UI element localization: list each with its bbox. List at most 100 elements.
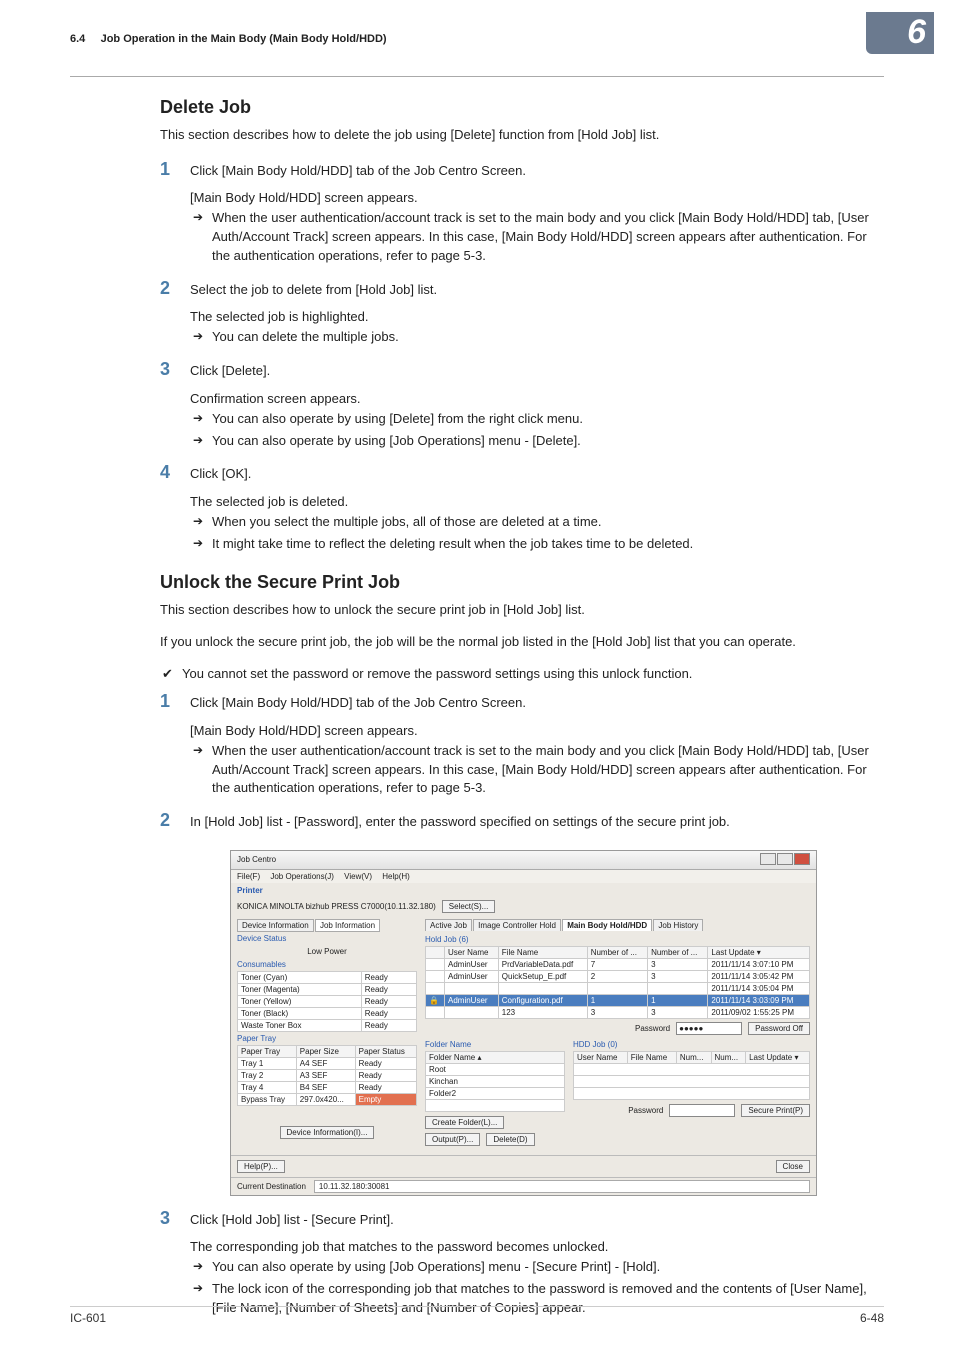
help-button[interactable]: Help(P)... bbox=[237, 1160, 285, 1173]
menu-bar[interactable]: File(F) Job Operations(J) View(V) Help(H… bbox=[231, 870, 816, 883]
tab-job-history[interactable]: Job History bbox=[653, 919, 703, 931]
device-status-label: Device Status bbox=[237, 932, 417, 945]
step-title: Click [OK]. bbox=[190, 464, 884, 484]
paper-tray-label: Paper Tray bbox=[237, 1032, 417, 1045]
lock-icon bbox=[426, 982, 445, 994]
window-buttons[interactable] bbox=[759, 853, 810, 867]
status-value: 10.11.32.180:30081 bbox=[314, 1180, 810, 1193]
step: 4 Click [OK]. bbox=[160, 462, 884, 490]
table-row[interactable]: Root bbox=[426, 1063, 565, 1075]
window-titlebar: Job Centro bbox=[231, 851, 816, 870]
output-button[interactable]: Output(P)... bbox=[425, 1133, 480, 1146]
lock-icon: 🔒 bbox=[426, 994, 445, 1006]
step: 3 Click [Delete]. bbox=[160, 359, 884, 387]
unlock-intro2: If you unlock the secure print job, the … bbox=[160, 633, 884, 652]
select-button[interactable]: Select(S)... bbox=[442, 900, 496, 913]
password-input[interactable]: ●●●●● bbox=[676, 1022, 742, 1035]
note-item: It might take time to reflect the deleti… bbox=[190, 535, 884, 554]
delete-job-intro: This section describes how to delete the… bbox=[160, 126, 884, 145]
footer-right: 6-48 bbox=[860, 1311, 884, 1325]
note-item: You can also operate by using [Job Opera… bbox=[190, 1258, 884, 1277]
step-title: Select the job to delete from [Hold Job]… bbox=[190, 280, 884, 300]
step: 2 In [Hold Job] list - [Password], enter… bbox=[160, 810, 884, 838]
step-title: Click [Delete]. bbox=[190, 361, 884, 381]
table-row: Toner (Magenta)Ready bbox=[238, 983, 417, 995]
step-title: Click [Hold Job] list - [Secure Print]. bbox=[190, 1210, 884, 1230]
table-row-selected[interactable]: 🔒AdminUserConfiguration.pdf112011/11/14 … bbox=[426, 994, 810, 1006]
heading-unlock-job: Unlock the Secure Print Job bbox=[160, 572, 884, 593]
section-number: 6.4 bbox=[70, 33, 85, 45]
step: 2 Select the job to delete from [Hold Jo… bbox=[160, 278, 884, 306]
table-row[interactable]: AdminUserQuickSetup_E.pdf232011/11/14 3:… bbox=[426, 970, 810, 982]
tab-job-info[interactable]: Job Information bbox=[315, 919, 380, 932]
table-row: Tray 4B4 SEFReady bbox=[238, 1081, 417, 1093]
step-subtext: Confirmation screen appears. bbox=[190, 391, 884, 406]
step: 3 Click [Hold Job] list - [Secure Print]… bbox=[160, 1208, 884, 1236]
chapter-number: 6 bbox=[866, 12, 934, 54]
step-number: 1 bbox=[160, 159, 190, 181]
folder-table[interactable]: Folder Name ▴ Root Kinchan Folder2 bbox=[425, 1051, 565, 1112]
password-label: Password bbox=[635, 1024, 670, 1033]
tab-ic-hold[interactable]: Image Controller Hold bbox=[473, 919, 561, 931]
folder-label: Folder Name bbox=[425, 1038, 565, 1051]
table-row[interactable]: Kinchan bbox=[426, 1075, 565, 1087]
step-title: In [Hold Job] list - [Password], enter t… bbox=[190, 812, 884, 832]
table-row: Toner (Black)Ready bbox=[238, 1007, 417, 1019]
password-input[interactable] bbox=[669, 1104, 735, 1117]
table-row: Waste Toner BoxReady bbox=[238, 1019, 417, 1031]
password-label: Password bbox=[628, 1106, 663, 1115]
device-info-button[interactable]: Device Information(I)... bbox=[280, 1126, 375, 1139]
step-number: 3 bbox=[160, 359, 190, 381]
note-item: You can delete the multiple jobs. bbox=[190, 328, 884, 347]
hdd-job-label: HDD Job (0) bbox=[573, 1038, 810, 1051]
consumables-table: Toner (Cyan)Ready Toner (Magenta)Ready T… bbox=[237, 971, 417, 1032]
menu-item[interactable]: File(F) bbox=[237, 872, 260, 881]
note-item: When you select the multiple jobs, all o… bbox=[190, 513, 884, 532]
step-number: 2 bbox=[160, 278, 190, 300]
printer-label: Printer bbox=[231, 883, 816, 898]
printer-name: KONICA MINOLTA bizhub PRESS C7000(10.11.… bbox=[237, 902, 436, 911]
create-folder-button[interactable]: Create Folder(L)... bbox=[425, 1116, 504, 1129]
menu-item[interactable]: Job Operations(J) bbox=[270, 872, 334, 881]
hold-job-table[interactable]: User Name File Name Number of ... Number… bbox=[425, 946, 810, 1019]
table-row: Toner (Cyan)Ready bbox=[238, 971, 417, 983]
step-subtext: The selected job is deleted. bbox=[190, 494, 884, 509]
tab-active-job[interactable]: Active Job bbox=[425, 919, 472, 931]
paper-tray-table: Paper TrayPaper SizePaper Status Tray 1A… bbox=[237, 1045, 417, 1106]
table-row: Bypass Tray297.0x420...Empty bbox=[238, 1093, 417, 1105]
note-item: You can also operate by using [Job Opera… bbox=[190, 432, 884, 451]
table-row: Tray 1A4 SEFReady bbox=[238, 1057, 417, 1069]
secure-print-button[interactable]: Secure Print(P) bbox=[741, 1104, 810, 1117]
delete-button[interactable]: Delete(D) bbox=[486, 1133, 534, 1146]
step-number: 2 bbox=[160, 810, 190, 832]
step-number: 4 bbox=[160, 462, 190, 484]
step-subtext: The corresponding job that matches to th… bbox=[190, 1239, 884, 1254]
unlock-note: You cannot set the password or remove th… bbox=[160, 666, 884, 681]
section-title: Job Operation in the Main Body (Main Bod… bbox=[101, 33, 387, 45]
menu-item[interactable]: View(V) bbox=[344, 872, 372, 881]
menu-item[interactable]: Help(H) bbox=[382, 872, 410, 881]
step-subtext: The selected job is highlighted. bbox=[190, 309, 884, 324]
table-row[interactable]: 123332011/09/02 1:55:25 PM bbox=[426, 1006, 810, 1018]
password-off-button[interactable]: Password Off bbox=[748, 1022, 810, 1035]
tab-main-body-hold[interactable]: Main Body Hold/HDD bbox=[562, 919, 652, 931]
header-rule bbox=[70, 76, 884, 77]
hdd-job-table[interactable]: User Name File Name Num... Num... Last U… bbox=[573, 1051, 810, 1100]
device-status-value: Low Power bbox=[237, 945, 417, 958]
window-title: Job Centro bbox=[237, 855, 276, 864]
step-subtext: [Main Body Hold/HDD] screen appears. bbox=[190, 190, 884, 205]
status-label: Current Destination bbox=[237, 1182, 306, 1191]
tab-device-info[interactable]: Device Information bbox=[237, 919, 314, 932]
table-row: Tray 2A3 SEFReady bbox=[238, 1069, 417, 1081]
table-row[interactable]: 2011/11/14 3:05:04 PM bbox=[426, 982, 810, 994]
step-title: Click [Main Body Hold/HDD] tab of the Jo… bbox=[190, 161, 884, 181]
close-button[interactable]: Close bbox=[776, 1160, 810, 1173]
step-subtext: [Main Body Hold/HDD] screen appears. bbox=[190, 723, 884, 738]
app-screenshot: Job Centro File(F) Job Operations(J) Vie… bbox=[230, 850, 817, 1196]
footer-left: IC-601 bbox=[70, 1311, 106, 1325]
note-item: When the user authentication/account tra… bbox=[190, 742, 884, 799]
step-title: Click [Main Body Hold/HDD] tab of the Jo… bbox=[190, 693, 884, 713]
table-row[interactable]: Folder2 bbox=[426, 1087, 565, 1099]
table-row[interactable]: AdminUserPrdVariableData.pdf732011/11/14… bbox=[426, 958, 810, 970]
running-header: 6.4 Job Operation in the Main Body (Main… bbox=[70, 30, 884, 70]
